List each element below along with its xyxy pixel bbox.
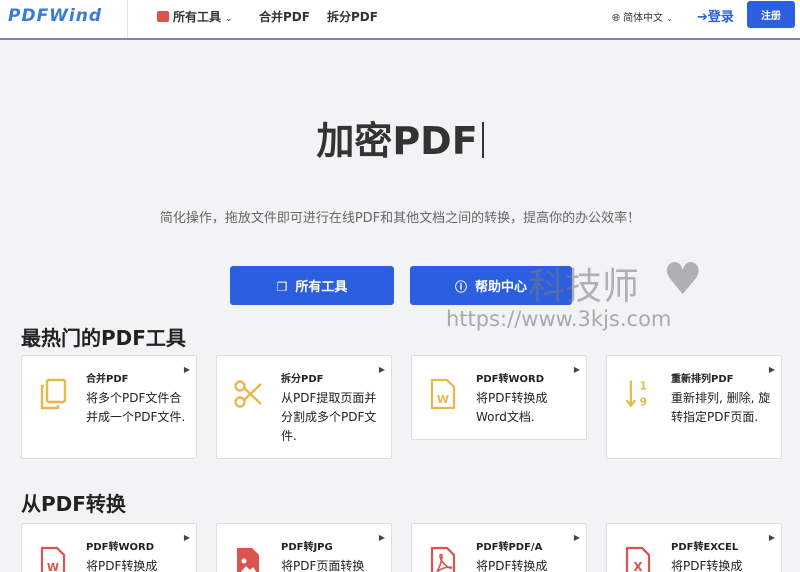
tool-card-desc: 将多个PDF文件合并成一个PDF文件. [86, 391, 186, 424]
copy-icon [40, 378, 67, 410]
tool-card-desc: 将PDF转换成 [671, 559, 743, 572]
tool-card-split-pdf[interactable]: 拆分PDF 从PDF提取页面并分割成多个PDF文件. ▶ [216, 355, 392, 459]
hero-subtitle: 简化操作，拖放文件即可进行在线PDF和其他文档之间的转换，提高你的办公效率！ [159, 211, 641, 226]
heart-icon: ♥ [663, 254, 703, 305]
tool-card-title: PDF转PDF/A [476, 542, 543, 553]
tool-card-title: PDF转WORD [86, 542, 154, 553]
caret-right-icon: ▶ [183, 365, 190, 374]
nav-merge-pdf[interactable]: 合并PDF [259, 8, 310, 25]
tool-card-title: PDF转EXCEL [671, 542, 739, 553]
caret-right-icon: ▶ [768, 533, 775, 542]
word-file-icon: W [430, 378, 456, 410]
globe-icon: 🌐︎ [612, 13, 624, 24]
chevron-down-icon: ⌄ [225, 14, 233, 24]
caret-right-icon: ▶ [573, 365, 580, 374]
caret-right-icon: ▶ [573, 533, 580, 542]
login-link[interactable]: ➔登录 [697, 6, 734, 25]
page-title-text: 加密PDF [316, 119, 478, 163]
pdf-file-icon [430, 546, 456, 572]
tool-card-desc: 将PDF转换成 [86, 559, 158, 572]
caret-right-icon: ▶ [183, 533, 190, 542]
caret-right-icon: ▶ [378, 533, 385, 542]
svg-text:W: W [437, 393, 449, 406]
scissors-icon [234, 380, 262, 408]
nav-all-tools[interactable]: 所有工具 ⌄ [157, 8, 233, 25]
svg-text:W: W [47, 561, 59, 572]
sort-numeric-icon: 1 9 [625, 380, 647, 409]
caret-right-icon: ▶ [768, 365, 775, 374]
svg-text:1: 1 [640, 380, 647, 393]
language-selector[interactable]: 🌐︎ 简体中文 ⌄ [612, 9, 673, 24]
all-tools-button[interactable]: ❐ 所有工具 [230, 266, 394, 305]
tool-card-desc: 重新排列, 删除, 旋转指定PDF页面. [671, 391, 771, 424]
all-tools-button-label: 所有工具 [295, 280, 348, 295]
login-icon: ➔ [697, 10, 708, 25]
tool-card-desc: 将PDF转换成 [476, 559, 548, 572]
svg-text:9: 9 [640, 396, 647, 409]
text-caret [481, 122, 484, 158]
tool-card-title: 拆分PDF [281, 374, 324, 385]
briefcase-icon [157, 11, 169, 22]
nav-all-tools-label: 所有工具 [173, 10, 222, 24]
tool-card-title: 重新排列PDF [671, 374, 734, 385]
tool-card-pdf-to-word[interactable]: W PDF转WORD 将PDF转换成 ▶ [21, 523, 197, 572]
top-navbar: PDFWind 所有工具 ⌄ 合并PDF 拆分PDF 🌐︎ 简体中文 ⌄ ➔登录 注… [0, 0, 800, 40]
tool-card-merge-pdf[interactable]: 合并PDF 将多个PDF文件合并成一个PDF文件. ▶ [21, 355, 197, 459]
copy-icon: ❐ [276, 280, 288, 294]
signup-button[interactable]: 注册 [747, 1, 795, 28]
tool-card-pdf-to-word[interactable]: W PDF转WORD 将PDF转换成Word文档. ▶ [411, 355, 587, 440]
excel-file-icon: X [625, 546, 651, 572]
tool-card-pdf-to-jpg[interactable]: PDF转JPG 将PDF页面转换 ▶ [216, 523, 392, 572]
word-file-icon: W [40, 546, 66, 572]
chevron-down-icon: ⌄ [666, 14, 673, 23]
tool-card-title: PDF转WORD [476, 374, 544, 385]
tool-card-title: PDF转JPG [281, 542, 333, 553]
logo[interactable]: PDFWind [8, 6, 102, 26]
logo-divider [127, 0, 128, 38]
tool-card-desc: 从PDF提取页面并分割成多个PDF文件. [281, 391, 377, 443]
section-title-hot-tools: 最热门的PDF工具 [21, 326, 186, 350]
login-label: 登录 [707, 10, 734, 25]
page-title: 加密PDF [0, 110, 800, 165]
tool-card-pdf-to-excel[interactable]: X PDF转EXCEL 将PDF转换成 ▶ [606, 523, 782, 572]
svg-text:X: X [633, 560, 643, 572]
nav-split-pdf[interactable]: 拆分PDF [327, 8, 378, 25]
language-label: 简体中文 [623, 13, 664, 24]
tool-card-title: 合并PDF [86, 374, 129, 385]
section-title-from-pdf: 从PDF转换 [21, 492, 126, 516]
tool-card-reorder-pdf[interactable]: 1 9 重新排列PDF 重新排列, 删除, 旋转指定PDF页面. ▶ [606, 355, 782, 459]
image-file-icon [237, 548, 259, 572]
watermark-text: 科技师 [528, 265, 639, 308]
caret-right-icon: ▶ [378, 365, 385, 374]
tool-card-pdf-to-pdfa[interactable]: PDF转PDF/A 将PDF转换成 ▶ [411, 523, 587, 572]
help-center-button-label: 帮助中心 [475, 280, 528, 295]
tool-card-desc: 将PDF页面转换 [281, 559, 365, 572]
help-circle-icon: ⓘ [454, 280, 467, 294]
watermark-url: https://www.3kjs.com [446, 307, 672, 331]
tool-card-desc: 将PDF转换成Word文档. [476, 391, 548, 424]
